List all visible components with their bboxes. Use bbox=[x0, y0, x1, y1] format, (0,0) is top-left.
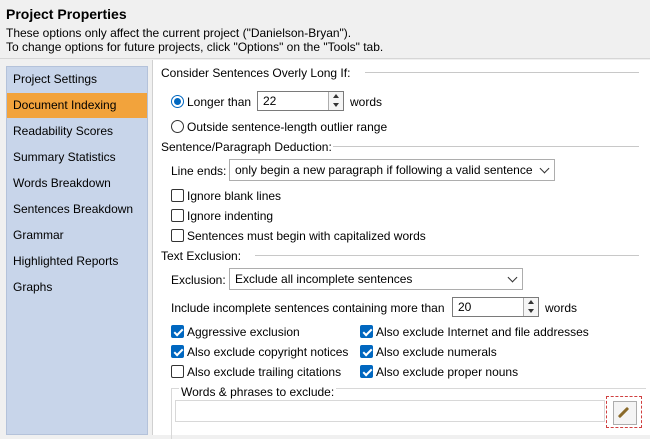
capitalized-words-checkbox[interactable] bbox=[171, 229, 184, 242]
exclude-numerals-checkbox[interactable] bbox=[360, 345, 373, 358]
longer-than-value: 22 bbox=[263, 94, 277, 108]
chevron-down-icon bbox=[539, 163, 550, 174]
words-phrases-input[interactable] bbox=[175, 400, 605, 422]
ignore-blank-lines-checkbox[interactable] bbox=[171, 189, 184, 202]
settings-panel: Consider Sentences Overly Long If: Longe… bbox=[152, 60, 650, 439]
exclude-numerals-label: Also exclude numerals bbox=[376, 345, 497, 359]
sidebar-item-readability-scores[interactable]: Readability Scores bbox=[7, 119, 147, 144]
exclude-citations-label: Also exclude trailing citations bbox=[187, 365, 342, 379]
exclude-copyright-label: Also exclude copyright notices bbox=[187, 345, 349, 359]
include-incomplete-words-label: words bbox=[545, 301, 578, 315]
header-description-line2: To change options for future projects, c… bbox=[6, 40, 384, 54]
longer-than-label: Longer than bbox=[187, 95, 252, 109]
stepper-arrows[interactable] bbox=[523, 298, 538, 316]
exclude-internet-label: Also exclude Internet and file addresses bbox=[376, 325, 589, 339]
aggressive-exclusion-checkbox[interactable] bbox=[171, 325, 184, 338]
stepper-arrows[interactable] bbox=[328, 92, 343, 110]
sidebar-item-graphs[interactable]: Graphs bbox=[7, 275, 147, 300]
pencil-icon bbox=[617, 406, 630, 419]
dialog-title: Project Properties bbox=[6, 6, 127, 22]
exclude-internet-checkbox[interactable] bbox=[360, 325, 373, 338]
sidebar-item-sentences-breakdown[interactable]: Sentences Breakdown bbox=[7, 197, 147, 222]
exclude-copyright-checkbox[interactable] bbox=[171, 345, 184, 358]
sidebar-item-words-breakdown[interactable]: Words Breakdown bbox=[7, 171, 147, 196]
include-incomplete-value: 20 bbox=[458, 300, 472, 314]
line-ends-dropdown[interactable]: only begin a new paragraph if following … bbox=[229, 159, 555, 181]
sidebar-item-summary-statistics[interactable]: Summary Statistics bbox=[7, 145, 147, 170]
sidebar-item-document-indexing[interactable]: Document Indexing bbox=[7, 93, 147, 118]
line-ends-label: Line ends: bbox=[171, 164, 227, 178]
exclude-proper-nouns-label: Also exclude proper nouns bbox=[376, 365, 519, 379]
longer-than-stepper[interactable]: 22 bbox=[257, 91, 344, 111]
exclusion-dropdown[interactable]: Exclude all incomplete sentences bbox=[229, 268, 523, 290]
outlier-range-label: Outside sentence-length outlier range bbox=[187, 120, 388, 134]
longer-than-radio[interactable] bbox=[171, 95, 184, 108]
long-sentences-group-label: Consider Sentences Overly Long If: bbox=[161, 66, 351, 80]
include-incomplete-label: Include incomplete sentences containing … bbox=[171, 301, 445, 315]
chevron-down-icon bbox=[507, 272, 518, 283]
sidebar-item-highlighted-reports[interactable]: Highlighted Reports bbox=[7, 249, 147, 274]
sidebar: Project Settings Document Indexing Reada… bbox=[6, 66, 148, 435]
outlier-range-radio[interactable] bbox=[171, 120, 184, 133]
words-phrases-label: Words & phrases to exclude: bbox=[179, 385, 337, 399]
group-divider bbox=[255, 255, 639, 256]
exclusion-group-label: Text Exclusion: bbox=[161, 249, 242, 263]
ignore-indenting-label: Ignore indenting bbox=[187, 209, 274, 223]
header: Project Properties These options only af… bbox=[0, 0, 650, 59]
sidebar-item-grammar[interactable]: Grammar bbox=[7, 223, 147, 248]
stepper-down-icon[interactable] bbox=[329, 101, 343, 110]
sidebar-item-project-settings[interactable]: Project Settings bbox=[7, 67, 147, 92]
include-incomplete-stepper[interactable]: 20 bbox=[452, 297, 539, 317]
longer-than-words-label: words bbox=[350, 95, 383, 109]
edit-button-face[interactable] bbox=[613, 401, 637, 425]
edit-words-button[interactable] bbox=[606, 396, 642, 428]
stepper-down-icon[interactable] bbox=[524, 307, 538, 316]
ignore-blank-lines-label: Ignore blank lines bbox=[187, 189, 282, 203]
aggressive-exclusion-label: Aggressive exclusion bbox=[187, 325, 300, 339]
ignore-indenting-checkbox[interactable] bbox=[171, 209, 184, 222]
exclude-citations-checkbox[interactable] bbox=[171, 365, 184, 378]
capitalized-words-label: Sentences must begin with capitalized wo… bbox=[187, 229, 426, 243]
exclusion-label: Exclusion: bbox=[171, 273, 226, 287]
header-description-line1: These options only affect the current pr… bbox=[6, 26, 352, 40]
exclude-proper-nouns-checkbox[interactable] bbox=[360, 365, 373, 378]
exclusion-value: Exclude all incomplete sentences bbox=[235, 272, 413, 286]
paragraph-group-label: Sentence/Paragraph Deduction: bbox=[161, 140, 332, 154]
group-divider bbox=[333, 146, 639, 147]
group-divider bbox=[365, 72, 639, 73]
line-ends-value: only begin a new paragraph if following … bbox=[235, 163, 533, 177]
